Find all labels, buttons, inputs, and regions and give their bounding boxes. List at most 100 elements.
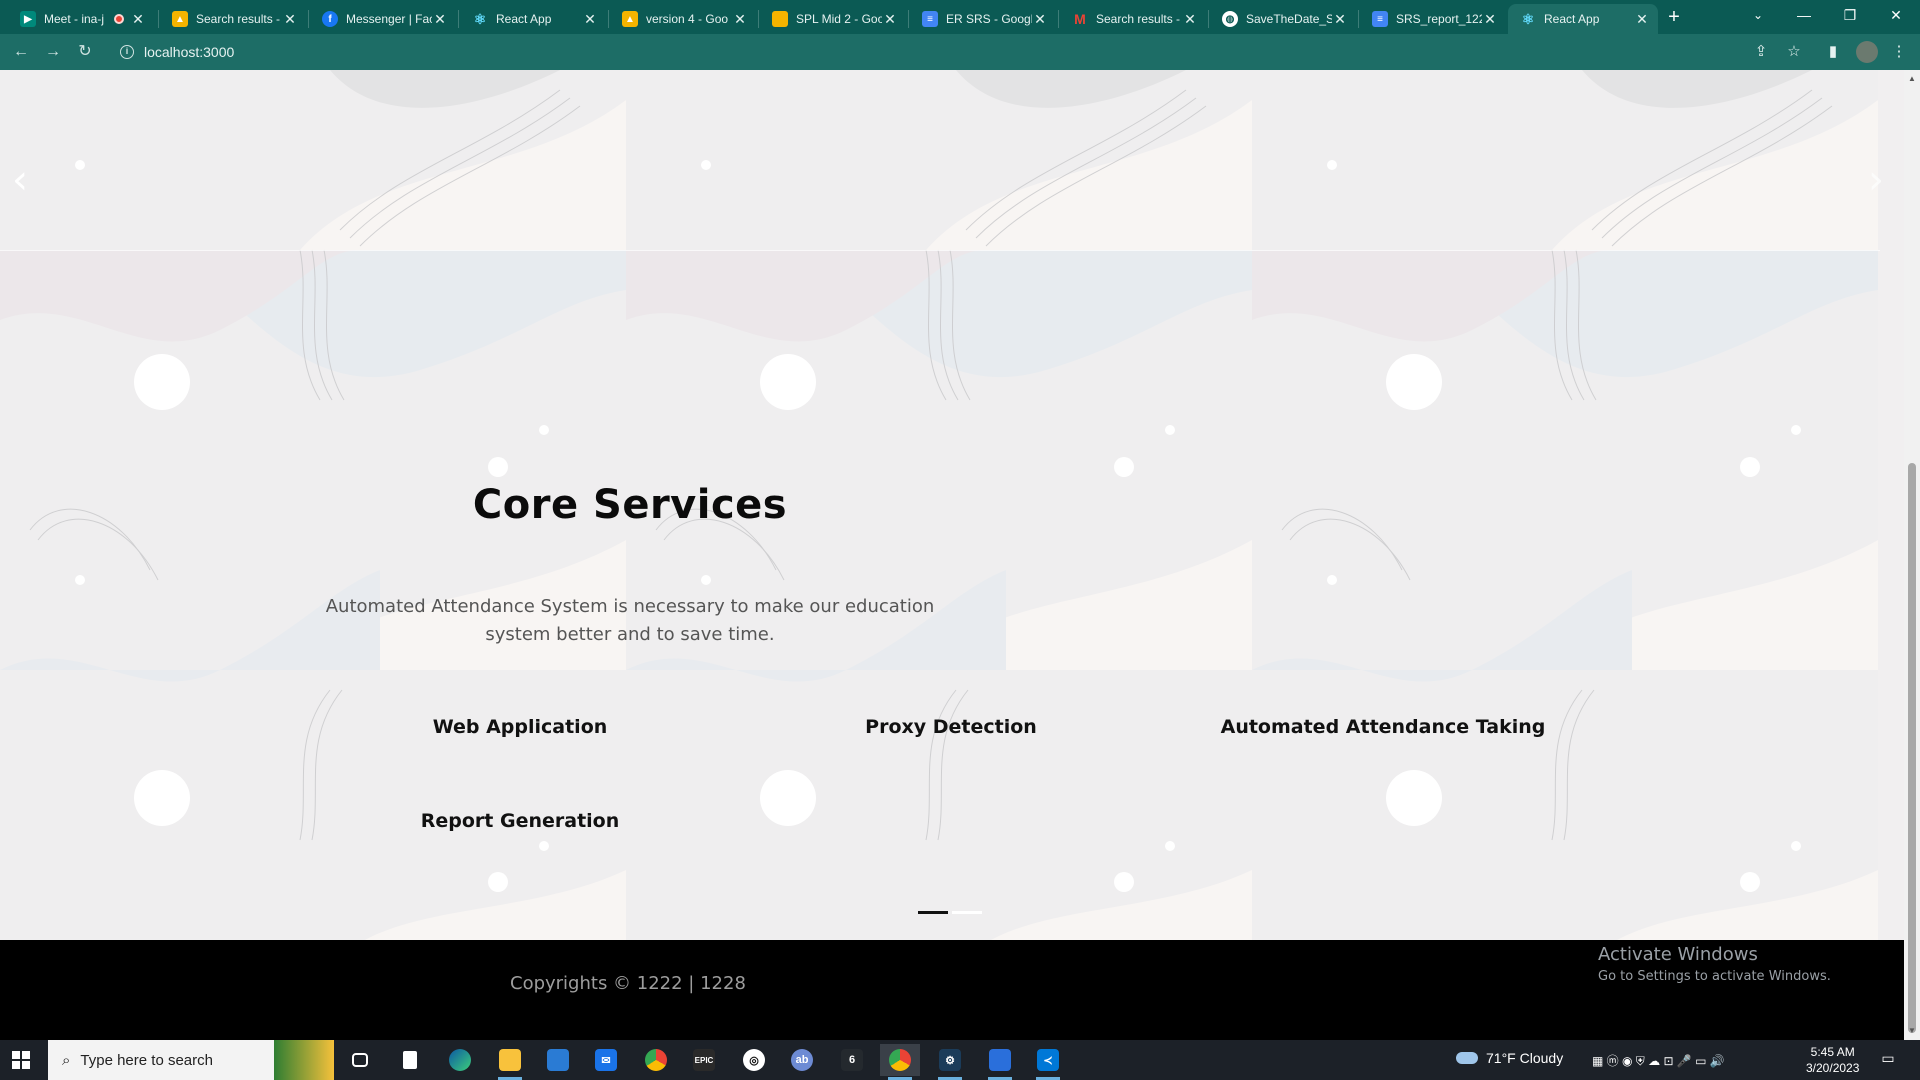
tab-title: SPL Mid 2 - Goo <box>796 12 882 26</box>
address-bar[interactable]: i localhost:3000 <box>112 38 1762 66</box>
new-tab-button[interactable]: + <box>1662 6 1686 30</box>
tab-search-results-2[interactable]: M Search results - ✕ <box>1060 4 1206 34</box>
section-title: Core Services <box>472 482 788 528</box>
tab-search-icon[interactable]: ⌄ <box>1735 0 1781 32</box>
weather-text: 71°F Cloudy <box>1486 1050 1564 1066</box>
close-tab-icon[interactable]: ✕ <box>1482 11 1498 28</box>
tab-title: version 4 - Goo <box>646 12 729 26</box>
tab-title: Search results - <box>196 12 281 26</box>
cloud-icon <box>1456 1052 1478 1064</box>
close-tab-icon[interactable]: ✕ <box>282 11 298 28</box>
close-tab-icon[interactable]: ✕ <box>1182 11 1198 28</box>
file-explorer-icon[interactable] <box>490 1044 530 1080</box>
weather-widget[interactable]: 71°F Cloudy <box>1456 1050 1563 1066</box>
side-panel-icon[interactable]: ▮ <box>1822 41 1844 63</box>
tab-react-app-active[interactable]: ⚛ React App ✕ <box>1508 4 1658 34</box>
tab-version-4[interactable]: ▲ version 4 - Goo ✕ <box>610 4 756 34</box>
bookmark-star-icon[interactable]: ☆ <box>1783 41 1805 63</box>
browser-toolbar: ← → ↻ i localhost:3000 ⇪ ☆ ▮ ⋮ <box>0 34 1920 70</box>
restore-button[interactable]: ❐ <box>1827 0 1873 32</box>
obs-icon[interactable]: ◎ <box>734 1044 774 1076</box>
notepad-icon[interactable] <box>390 1044 430 1076</box>
clock-date: 3/20/2023 <box>1806 1061 1860 1075</box>
meet-icon: ▶ <box>20 11 36 27</box>
section-description: Automated Attendance System is necessary… <box>325 596 935 645</box>
chrome-icon[interactable] <box>880 1044 920 1080</box>
carousel-indicators <box>918 911 982 914</box>
tab-savethedate[interactable]: ◍ SaveTheDate_SI ✕ <box>1210 4 1356 34</box>
tab-title: Meet - ina-j <box>44 12 105 26</box>
profile-avatar[interactable] <box>1856 41 1878 63</box>
service-report-generation: Report Generation <box>420 810 620 832</box>
close-tab-icon[interactable]: ✕ <box>1634 11 1650 28</box>
menu-kebab-icon[interactable]: ⋮ <box>1888 41 1910 63</box>
reload-button[interactable]: ↻ <box>72 39 98 65</box>
epic-games-icon[interactable]: EPIC <box>684 1044 724 1076</box>
service-automated-attendance: Automated Attendance Taking <box>1220 716 1546 738</box>
url-text: localhost:3000 <box>144 44 235 60</box>
store-icon[interactable] <box>538 1044 578 1076</box>
mail-icon[interactable]: ✉ <box>586 1044 626 1076</box>
taskbar-search-box[interactable]: ⌕ Type here to search <box>48 1040 334 1080</box>
slider-next-arrow-icon[interactable]: › <box>1868 160 1892 202</box>
tab-spl-mid-2[interactable]: SPL Mid 2 - Goo ✕ <box>760 4 906 34</box>
tab-messenger[interactable]: f Messenger | Fac ✕ <box>310 4 456 34</box>
cisco-packet-tracer-icon[interactable]: ⚙ <box>930 1044 970 1080</box>
forward-button[interactable]: → <box>40 39 66 65</box>
windows-taskbar: ⌕ Type here to search ✉ EPIC ◎ ab 6 ⚙ ≺ … <box>0 1040 1920 1080</box>
google-docs-icon: ≡ <box>922 11 938 27</box>
tab-react-app-1[interactable]: ⚛ React App ✕ <box>460 4 606 34</box>
system-clock[interactable]: 5:45 AM 3/20/2023 <box>1806 1044 1859 1076</box>
react-icon: ⚛ <box>1521 10 1535 27</box>
close-tab-icon[interactable]: ✕ <box>882 11 898 28</box>
close-tab-icon[interactable]: ✕ <box>130 11 146 28</box>
google-drive-icon: ▲ <box>172 11 188 27</box>
carousel-dot[interactable] <box>952 911 982 914</box>
footer-copyright: Copyrights © 1222 | 1228 <box>510 973 746 994</box>
vscode-icon[interactable]: ≺ <box>1028 1044 1068 1080</box>
react-icon: ⚛ <box>473 10 487 27</box>
close-tab-icon[interactable]: ✕ <box>1332 11 1348 28</box>
activate-windows-watermark: Activate Windows Go to Settings to activ… <box>1598 944 1831 984</box>
google-docs-icon: ≡ <box>1372 11 1388 27</box>
tab-title: React App <box>1544 12 1600 26</box>
share-icon[interactable]: ⇪ <box>1750 41 1772 63</box>
close-window-button[interactable]: ✕ <box>1873 0 1919 32</box>
minimize-button[interactable]: — <box>1781 0 1827 32</box>
service-web-application: Web Application <box>432 716 608 738</box>
slider-prev-arrow-icon[interactable]: ‹ <box>12 160 36 202</box>
background-pattern <box>0 70 626 1040</box>
tab-meet[interactable]: ▶ Meet - ina-j ✕ <box>8 4 154 34</box>
chrome-icon[interactable] <box>636 1044 676 1076</box>
scroll-up-arrow-icon[interactable]: ▲ <box>1907 74 1917 84</box>
tab-search-results-1[interactable]: ▲ Search results - ✕ <box>160 4 306 34</box>
tab-title: Search results - <box>1096 12 1181 26</box>
background-pattern <box>626 70 1252 1040</box>
windows-start-icon[interactable] <box>12 1051 30 1069</box>
google-slides-icon <box>772 11 788 27</box>
github-icon[interactable]: 6 <box>832 1044 872 1076</box>
edge-icon[interactable] <box>440 1044 480 1076</box>
scrollbar-thumb[interactable] <box>1908 463 1916 1033</box>
close-tab-icon[interactable]: ✕ <box>432 11 448 28</box>
tray-icons[interactable]: ▦ ⓜ ◉ ⛨ ☁ ⊡ 🎤 ▭ 🔊 <box>1592 1052 1725 1069</box>
task-view-icon[interactable] <box>340 1044 380 1076</box>
close-tab-icon[interactable]: ✕ <box>732 11 748 28</box>
tab-srs-report[interactable]: ≡ SRS_report_122 ✕ <box>1360 4 1506 34</box>
search-icon: ⌕ <box>62 1051 71 1069</box>
close-tab-icon[interactable]: ✕ <box>1032 11 1048 28</box>
notification-center-icon[interactable]: ▭ <box>1878 1050 1898 1070</box>
close-tab-icon[interactable]: ✕ <box>582 11 598 28</box>
carousel-dot-active[interactable] <box>918 911 948 914</box>
app-icon[interactable]: ab <box>782 1044 822 1076</box>
page-viewport <box>0 70 1904 1040</box>
site-info-icon[interactable]: i <box>120 45 134 59</box>
search-highlight-image <box>274 1040 334 1080</box>
back-button[interactable]: ← <box>8 39 34 65</box>
watermark-title: Activate Windows <box>1598 944 1758 965</box>
tab-er-srs[interactable]: ≡ ER SRS - Google ✕ <box>910 4 1056 34</box>
photos-icon[interactable] <box>980 1044 1020 1080</box>
page-scrollbar[interactable]: ▲ ▼ <box>1904 70 1920 1040</box>
facebook-icon: f <box>322 11 338 27</box>
scroll-down-arrow-icon[interactable]: ▼ <box>1907 1026 1917 1036</box>
